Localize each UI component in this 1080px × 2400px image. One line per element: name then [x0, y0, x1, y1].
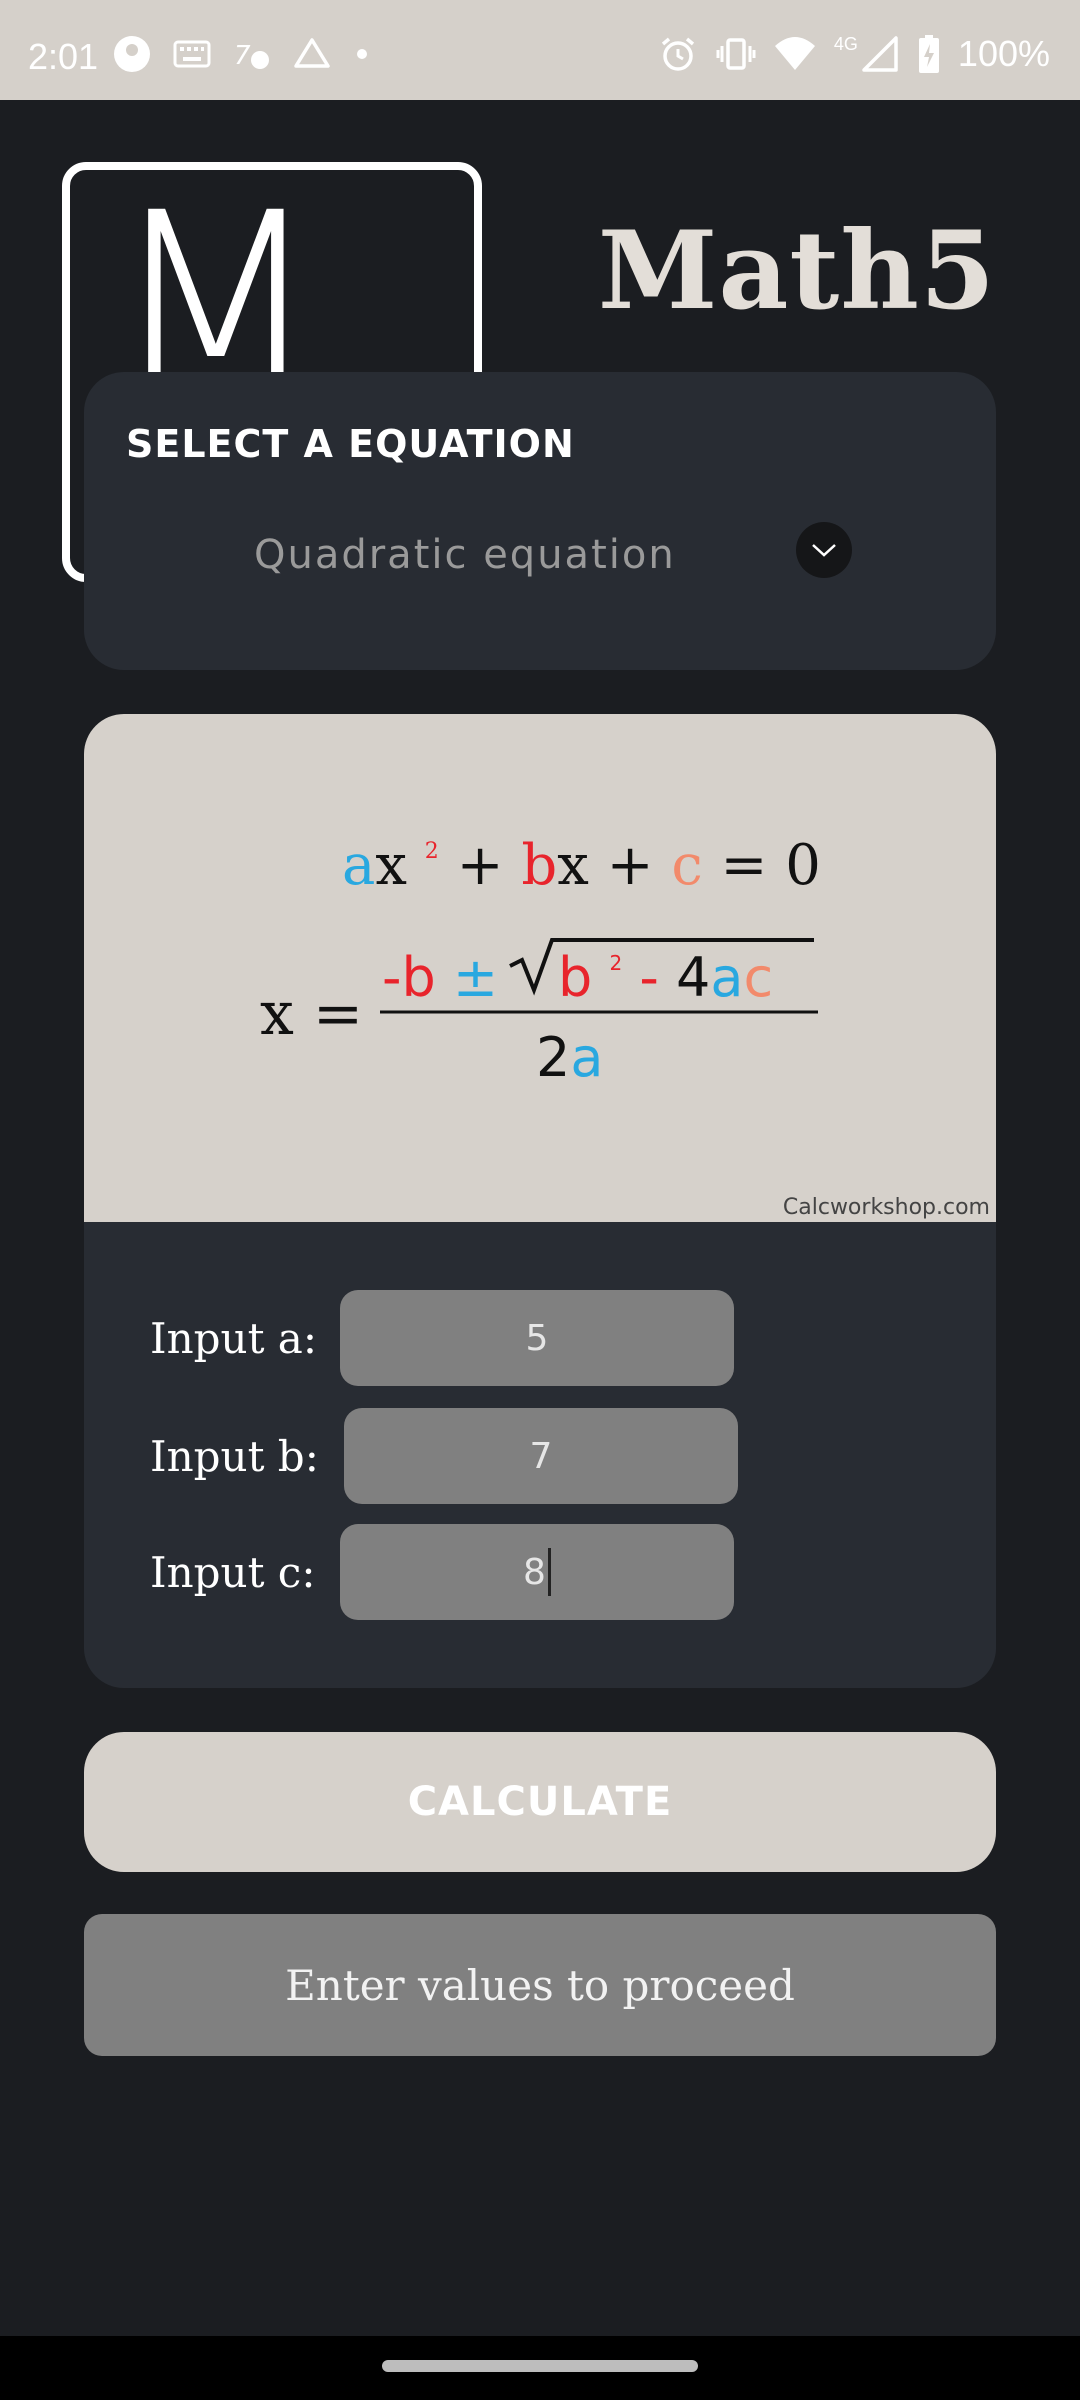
input-c-field[interactable]: 8 [340, 1524, 734, 1620]
status-bar: 2:01 7 4G 100% [0, 0, 1080, 100]
status-time: 2:01 [28, 36, 99, 77]
result-display: Enter values to proceed [84, 1914, 996, 2056]
input-card: Input a: 5 Input b: 7 Input c: 8 [84, 1222, 996, 1688]
input-b-value: 7 [529, 1435, 553, 1477]
formula-image: ax 2 + bx + c = 0 x = -b ± b 2 - 4ac 2a … [84, 714, 996, 1222]
chevron-down-icon[interactable] [796, 522, 852, 578]
svg-text:-b ±: -b ± [382, 946, 498, 1009]
battery-charging-icon [918, 35, 939, 73]
svg-text:2a: 2a [536, 1026, 603, 1089]
equation-dropdown-value: Quadratic equation [254, 532, 676, 578]
drive-icon [294, 38, 330, 68]
home-gesture-handle[interactable] [382, 2360, 698, 2372]
equation-dropdown[interactable]: Quadratic equation [84, 492, 996, 612]
input-b-label: Input b: [150, 1432, 319, 1481]
keyboard-icon [173, 40, 211, 68]
status-right-icons: 4G 100% [658, 33, 1050, 74]
svg-text:ax 2 + bx + c = 0: ax 2 + bx + c = 0 [342, 807, 821, 898]
signal-icon [862, 36, 898, 72]
input-a-value: 5 [525, 1317, 549, 1359]
app-notification-icon [114, 36, 150, 72]
calculate-button[interactable]: CALCULATE [84, 1732, 996, 1872]
result-text: Enter values to proceed [285, 1960, 795, 2010]
input-b-field[interactable]: 7 [344, 1408, 738, 1504]
svg-text:x =: x = [260, 979, 363, 1049]
equation-select-card: SELECT A EQUATION Quadratic equation [84, 372, 996, 670]
formula-watermark: Calcworkshop.com [782, 1195, 990, 1220]
svg-text:7: 7 [234, 41, 251, 71]
translate-icon: 7 [234, 41, 269, 71]
quadratic-formula-graphic: ax 2 + bx + c = 0 x = -b ± b 2 - 4ac 2a [260, 807, 821, 1089]
input-c-value: 8 [523, 1551, 546, 1593]
app-title: Math5 [597, 208, 996, 334]
network-type-label: 4G [833, 33, 858, 54]
alarm-icon [661, 37, 695, 71]
status-left-icons: 7 [112, 34, 372, 74]
input-a-field[interactable]: 5 [340, 1290, 734, 1386]
calculate-button-label: CALCULATE [407, 1779, 673, 1825]
equation-select-heading: SELECT A EQUATION [126, 422, 575, 466]
vibrate-icon [716, 38, 756, 70]
navigation-bar [0, 2336, 1080, 2400]
input-a-label: Input a: [150, 1314, 317, 1363]
wifi-icon [774, 37, 815, 70]
battery-percent: 100% [957, 33, 1050, 74]
svg-text:b 2 - 4ac: b 2 - 4ac [558, 920, 773, 1009]
dot-icon [357, 49, 367, 59]
input-c-label: Input c: [150, 1548, 316, 1597]
text-cursor [547, 1548, 551, 1596]
